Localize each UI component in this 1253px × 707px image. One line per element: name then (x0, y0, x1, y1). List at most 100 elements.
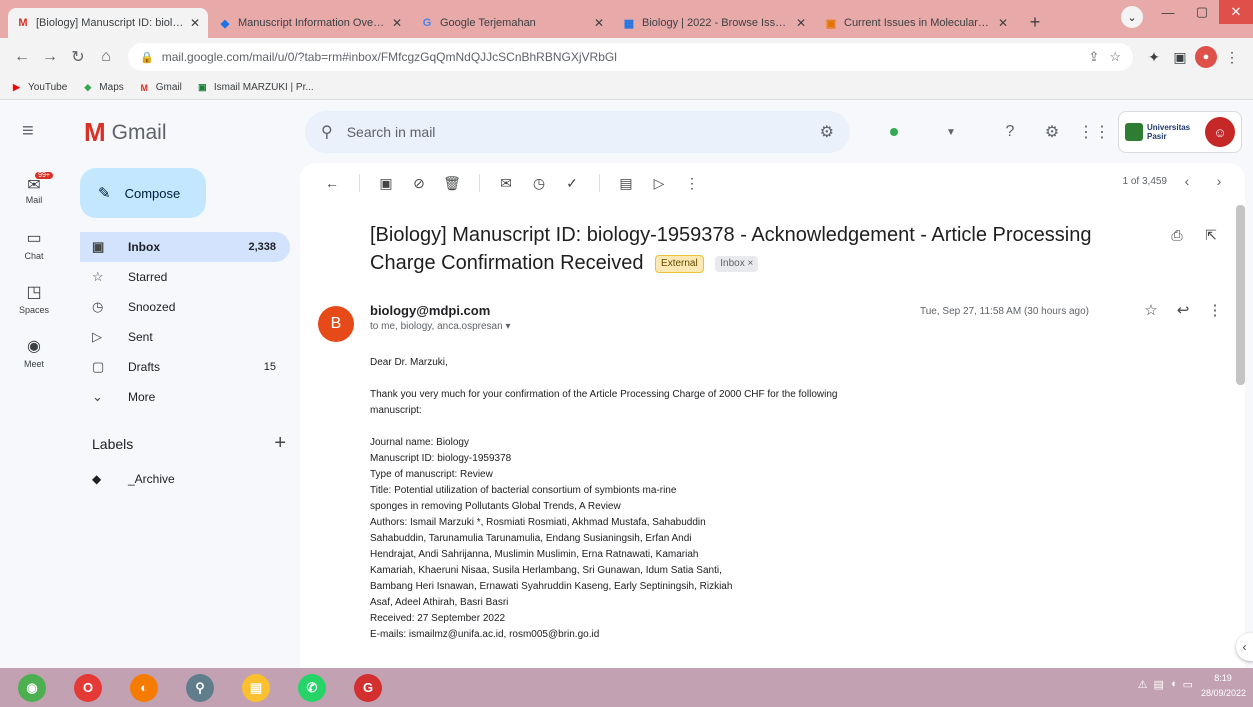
browser-toolbar: ← → ↻ ⌂ 🔒 mail.google.com/mail/u/0/?tab=… (0, 38, 1253, 76)
tab-search-icon[interactable]: ⌄ (1121, 6, 1143, 28)
recipients[interactable]: to me, biology, anca.ospresan ▾ (370, 321, 510, 332)
detail-line: Bambang Heri Isnawan, Ernawati Syahruddi… (370, 581, 733, 592)
open-new-window-icon[interactable]: ⇱ (1197, 227, 1225, 244)
bookmark-item[interactable]: M Gmail (138, 82, 182, 93)
detail-line: sponges in removing Pollutants Global Tr… (370, 501, 621, 512)
label-icon[interactable]: ▷ (643, 167, 675, 199)
main-menu-icon[interactable]: ≡ (22, 120, 34, 143)
more-options-icon[interactable]: ⋮ (676, 167, 708, 199)
email-subject: [Biology] Manuscript ID: biology-1959378… (370, 221, 1130, 277)
tray-battery-icon[interactable]: ▭ (1183, 678, 1193, 691)
bookmark-item[interactable]: ▶ YouTube (10, 82, 67, 93)
print-icon[interactable]: ⎙ (1163, 227, 1191, 244)
taskbar-app[interactable]: ◉ (8, 670, 56, 706)
tray-volume-icon[interactable]: ◖ (1170, 678, 1177, 691)
browser-tab[interactable]: ▦ Biology | 2022 - Browse Issues ✕ (614, 8, 814, 38)
search-input[interactable]: Search in mail (347, 124, 820, 140)
bookmark-star-icon[interactable]: ☆ (1109, 49, 1121, 65)
browser-tab[interactable]: G Google Terjemahan ✕ (412, 8, 612, 38)
home-icon[interactable]: ⌂ (92, 43, 120, 71)
settings-icon[interactable]: ⚙ (1037, 117, 1067, 147)
taskbar-app[interactable]: ▤ (232, 670, 280, 706)
minimize-icon[interactable]: — (1151, 0, 1185, 24)
gmail-logo[interactable]: M Gmail (84, 117, 167, 148)
taskbar-app[interactable]: ✆ (288, 670, 336, 706)
archive-icon[interactable]: ▣ (370, 167, 402, 199)
taskbar-app[interactable]: ◐ (120, 670, 168, 706)
forward-icon[interactable]: → (36, 43, 64, 71)
tray-network-icon[interactable]: ▤ (1154, 678, 1164, 691)
close-icon[interactable]: ✕ (1219, 0, 1253, 24)
taskbar-app[interactable]: ⚲ (176, 670, 224, 706)
prev-icon[interactable]: ‹ (1175, 173, 1199, 189)
rail-item-mail[interactable]: ✉ 99+ Mail (0, 163, 68, 217)
snooze-icon[interactable]: ◷ (523, 167, 555, 199)
reply-icon[interactable]: ↩ (1169, 301, 1197, 319)
bookmark-item[interactable]: ◆ Maps (81, 82, 123, 93)
star-icon[interactable]: ☆ (1137, 301, 1165, 319)
mark-unread-icon[interactable]: ✉ (490, 167, 522, 199)
new-tab-icon[interactable]: + (1022, 9, 1048, 35)
tab-close-icon[interactable]: ✕ (796, 16, 806, 30)
rail-item-meet[interactable]: ◉ Meet (0, 325, 68, 379)
compose-button[interactable]: ✎ Compose (80, 168, 206, 218)
nav-item-snoozed[interactable]: ◷ Snoozed (80, 292, 290, 322)
system-tray: ⚠ ▤ ◖ ▭ (1132, 678, 1193, 691)
nav-item-more[interactable]: ⌄ More (80, 382, 290, 412)
back-to-inbox-icon[interactable]: ← (316, 167, 348, 199)
add-to-tasks-icon[interactable]: ✓ (556, 167, 588, 199)
report-spam-icon[interactable]: ⊘ (403, 167, 435, 199)
inbox-label-chip[interactable]: Inbox × (715, 255, 759, 272)
sender-name[interactable]: biology@mdpi.com (370, 303, 490, 318)
status-selector[interactable]: ▼ (872, 117, 972, 147)
lock-icon: 🔒 (140, 51, 154, 64)
add-label-icon[interactable]: + (274, 432, 286, 455)
reload-icon[interactable]: ↻ (64, 43, 92, 71)
next-icon[interactable]: › (1207, 173, 1231, 189)
search-bar[interactable]: ⚲ Search in mail ⚙ (305, 111, 850, 153)
help-icon[interactable]: ? (995, 117, 1025, 147)
tab-close-icon[interactable]: ✕ (190, 16, 200, 30)
browser-tab[interactable]: M [Biology] Manuscript ID: biolo... ✕ (8, 8, 208, 38)
gmail-wordmark: Gmail (111, 120, 167, 144)
search-options-icon[interactable]: ⚙ (820, 122, 834, 142)
chevron-down-icon: ▼ (946, 126, 956, 138)
nav-item-sent[interactable]: ▷ Sent (80, 322, 290, 352)
account-switcher[interactable]: Universitas Pasir ☺ (1118, 111, 1242, 153)
tab-close-icon[interactable]: ✕ (998, 16, 1008, 30)
rail-item-spaces[interactable]: ◳ Spaces (0, 271, 68, 325)
delete-icon[interactable]: 🗑 (436, 167, 468, 199)
chrome-menu-icon[interactable]: ⋮ (1219, 44, 1245, 70)
message-date: Tue, Sep 27, 11:58 AM (30 hours ago) (920, 306, 1089, 317)
clock[interactable]: 8:19 28/09/2022 (1201, 671, 1246, 701)
share-icon[interactable]: ⇪ (1088, 49, 1099, 65)
maximize-icon[interactable]: ▢ (1185, 0, 1219, 24)
pager-count: 1 of 3,459 (1122, 175, 1167, 187)
browser-tab[interactable]: ▣ Current Issues in Molecular Bi... ✕ (816, 8, 1016, 38)
nav-item-drafts[interactable]: ▢ Drafts 15 (80, 352, 290, 382)
tray-warning-icon[interactable]: ⚠ (1138, 678, 1148, 691)
tab-close-icon[interactable]: ✕ (392, 16, 402, 30)
more-vert-icon[interactable]: ⋮ (1201, 301, 1229, 319)
sidepanel-icon[interactable]: ▣ (1167, 44, 1193, 70)
label-item-archive[interactable]: ◆ _Archive (80, 466, 175, 492)
address-bar[interactable]: 🔒 mail.google.com/mail/u/0/?tab=rm#inbox… (128, 43, 1133, 71)
profile-avatar[interactable]: ● (1193, 44, 1219, 70)
account-avatar[interactable]: ☺ (1205, 117, 1235, 147)
rail-meet-icon: ◉ (27, 337, 41, 355)
nav-item-starred[interactable]: ☆ Starred (80, 262, 290, 292)
move-to-icon[interactable]: ▤ (610, 167, 642, 199)
browser-tab[interactable]: ◆ Manuscript Information Overv... ✕ (210, 8, 410, 38)
search-icon[interactable]: ⚲ (321, 122, 333, 142)
back-icon[interactable]: ← (8, 43, 36, 71)
bookmark-item[interactable]: ▣ Ismail MARZUKI | Pr... (196, 82, 314, 93)
taskbar-app[interactable]: G (344, 670, 392, 706)
scrollbar[interactable] (1236, 205, 1245, 385)
taskbar-app[interactable]: O (64, 670, 112, 706)
rail-item-chat[interactable]: ▭ Chat (0, 217, 68, 271)
window-controls: — ▢ ✕ (1151, 0, 1253, 24)
apps-grid-icon[interactable]: ⋮⋮ (1078, 117, 1110, 147)
tab-close-icon[interactable]: ✕ (594, 16, 604, 30)
nav-item-inbox[interactable]: ▣ Inbox 2,338 (80, 232, 290, 262)
extensions-icon[interactable]: ✦ (1141, 44, 1167, 70)
